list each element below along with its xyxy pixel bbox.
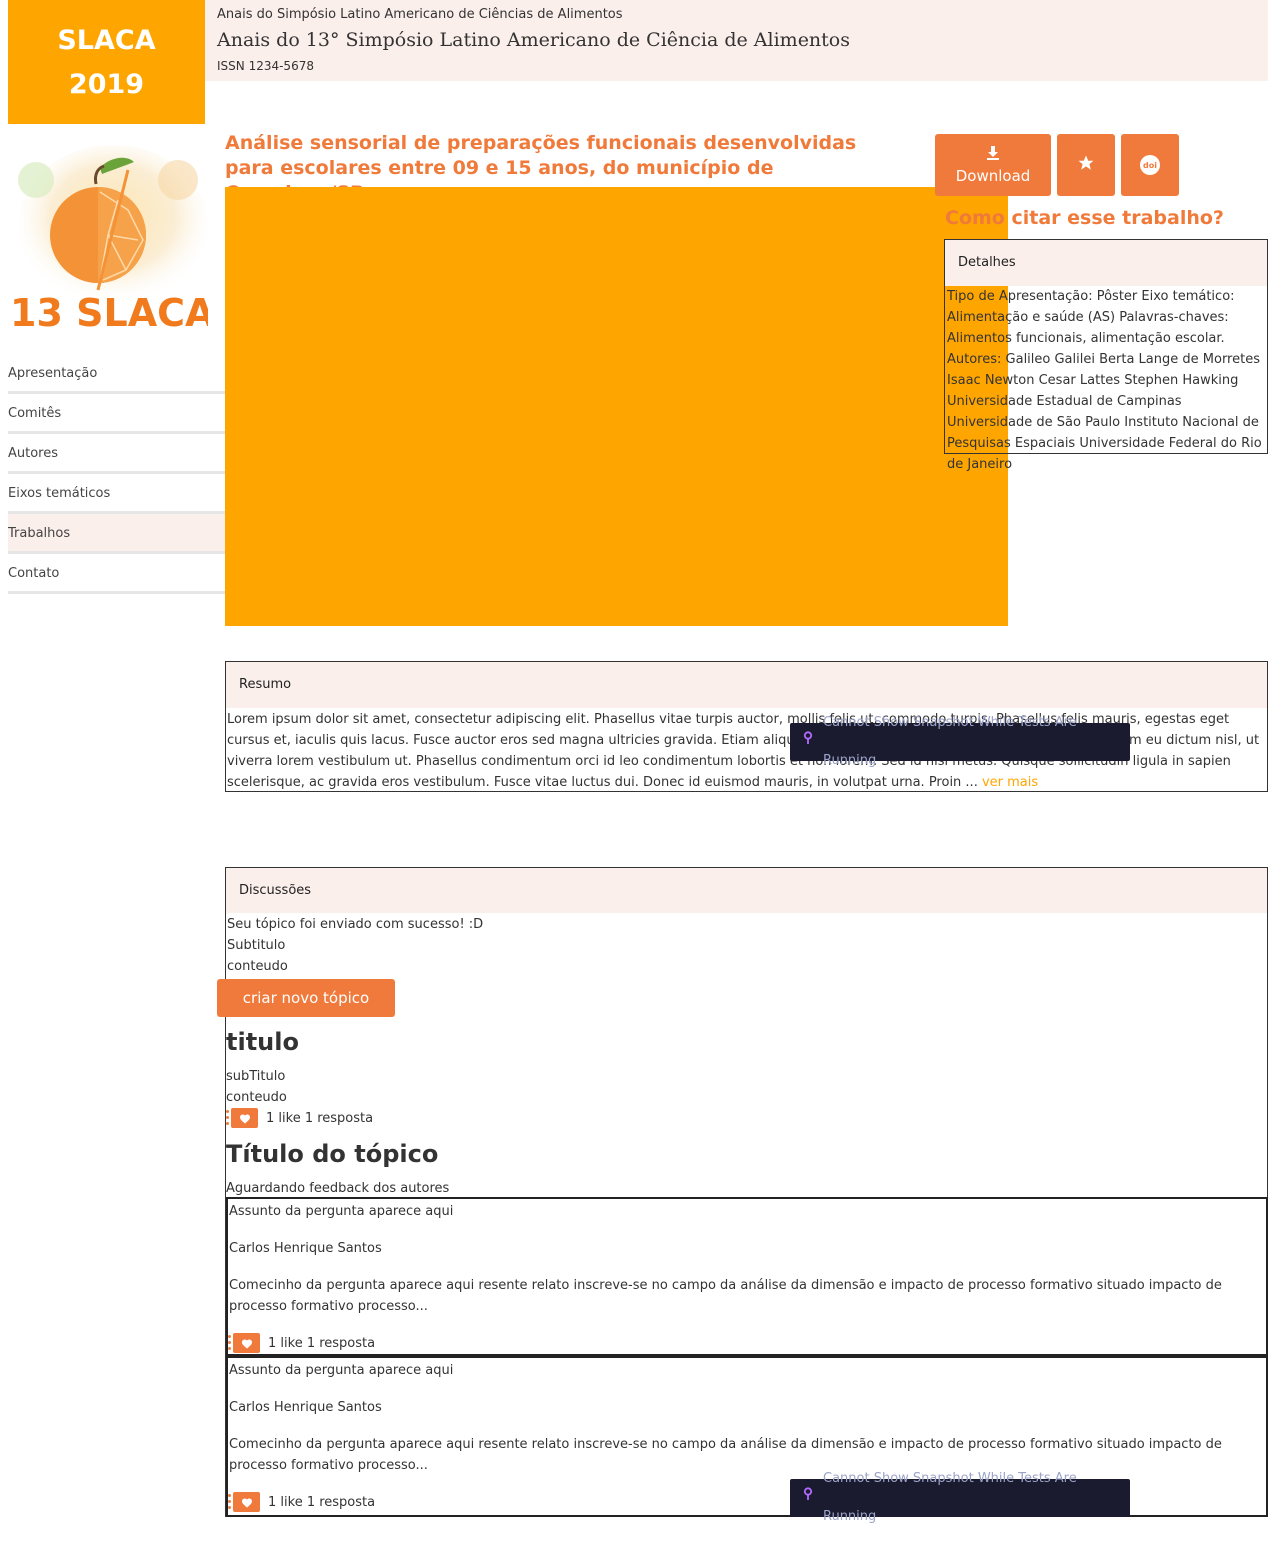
- favorite-button[interactable]: [1057, 134, 1115, 196]
- details-body: Tipo de Apresentação: Pôster Eixo temáti…: [947, 289, 1262, 472]
- snapshot-toast: Cannot Show Snapshot While Tests Are Run…: [790, 1471, 1130, 1524]
- like-stats: 1 like 1 resposta: [266, 1110, 374, 1126]
- download-icon: [985, 145, 1001, 165]
- snapshot-toast: Cannot Show Snapshot While Tests Are Run…: [790, 715, 1130, 768]
- topic-like-row: 1 like 1 resposta: [226, 1108, 373, 1128]
- like-stats: 1 like 1 resposta: [268, 1335, 376, 1351]
- download-label: Download: [955, 167, 1031, 185]
- drag-dots-icon: [228, 1335, 232, 1351]
- header-kicker: Anais do Simpósio Latino Americano de Ci…: [217, 7, 623, 22]
- toast-text: Cannot Show Snapshot While Tests Are Run…: [823, 1471, 1077, 1524]
- sidebar-item-apresentacao[interactable]: Apresentação: [8, 354, 225, 394]
- new-topic-button[interactable]: criar novo tópico: [217, 979, 395, 1017]
- header-issn: ISSN 1234-5678: [217, 59, 314, 73]
- details-header: Detalhes: [945, 240, 1267, 286]
- brand-block[interactable]: SLACA 2019: [8, 0, 205, 124]
- star-icon: [1077, 154, 1095, 176]
- logo-text: 13 SLACA: [10, 291, 208, 335]
- brand-line2: 2019: [68, 69, 145, 100]
- doi-button[interactable]: doi: [1121, 134, 1179, 196]
- question-card[interactable]: Assunto da pergunta aparece aqui Carlos …: [226, 1197, 1268, 1356]
- topic-heading: Título do tópico: [226, 1140, 439, 1168]
- sidebar-item-contato[interactable]: Contato: [8, 554, 225, 594]
- sidebar-item-comites[interactable]: Comitês: [8, 394, 225, 434]
- doi-icon: doi: [1140, 155, 1160, 175]
- like-button[interactable]: [228, 1333, 260, 1353]
- question-like-row: 1 like 1 resposta: [228, 1333, 375, 1353]
- success-message: Seu tópico foi enviado com sucesso! :D: [227, 917, 484, 932]
- drag-dots-icon: [228, 1494, 232, 1510]
- topic-subtitle: subTitulo: [226, 1069, 286, 1084]
- topic-status: Aguardando feedback dos autores: [226, 1181, 450, 1196]
- question-subject: Assunto da pergunta aparece aqui: [229, 1363, 454, 1378]
- topic-title: titulo: [226, 1028, 299, 1056]
- success-content: conteudo: [227, 959, 288, 974]
- question-author: Carlos Henrique Santos: [229, 1400, 382, 1415]
- like-button[interactable]: [228, 1492, 260, 1512]
- question-subject: Assunto da pergunta aparece aqui: [229, 1204, 454, 1219]
- header-title: Anais do 13° Simpósio Latino Americano d…: [217, 29, 850, 51]
- success-subtitle: Subtitulo: [227, 938, 286, 953]
- question-author: Carlos Henrique Santos: [229, 1241, 382, 1256]
- page-header: Anais do Simpósio Latino Americano de Ci…: [205, 0, 1268, 81]
- sidebar-item-trabalhos[interactable]: Trabalhos: [8, 514, 225, 554]
- poster-preview[interactable]: [225, 187, 1008, 626]
- question-excerpt: Comecinho da pergunta aparece aqui resen…: [229, 1278, 1222, 1314]
- discussions-header: Discussões: [226, 868, 1267, 913]
- pin-icon: [803, 1479, 813, 1517]
- toast-text: Cannot Show Snapshot While Tests Are Run…: [823, 715, 1077, 768]
- brand-line1: SLACA: [57, 25, 156, 56]
- topic-content: conteudo: [226, 1090, 287, 1105]
- question-like-row: 1 like 1 resposta: [228, 1492, 375, 1512]
- download-button[interactable]: Download: [935, 134, 1051, 196]
- heart-icon: [233, 1492, 260, 1512]
- work-actions: Download doi: [935, 134, 1179, 196]
- cite-link[interactable]: Como citar esse trabalho?: [945, 207, 1224, 229]
- details-panel: Detalhes Tipo de Apresentação: Pôster Ei…: [944, 239, 1268, 472]
- sidebar-item-eixos-tematicos[interactable]: Eixos temáticos: [8, 474, 225, 514]
- sidebar-nav: Apresentação Comitês Autores Eixos temát…: [8, 354, 225, 594]
- like-button[interactable]: [226, 1108, 258, 1128]
- heart-icon: [233, 1333, 260, 1353]
- drag-dots-icon: [226, 1110, 230, 1126]
- heart-icon: [231, 1108, 258, 1128]
- resumo-header: Resumo: [226, 662, 1267, 708]
- sidebar-item-autores[interactable]: Autores: [8, 434, 225, 474]
- like-stats: 1 like 1 resposta: [268, 1494, 376, 1510]
- pin-icon: [803, 723, 813, 761]
- event-logo: 13 SLACA: [8, 140, 215, 340]
